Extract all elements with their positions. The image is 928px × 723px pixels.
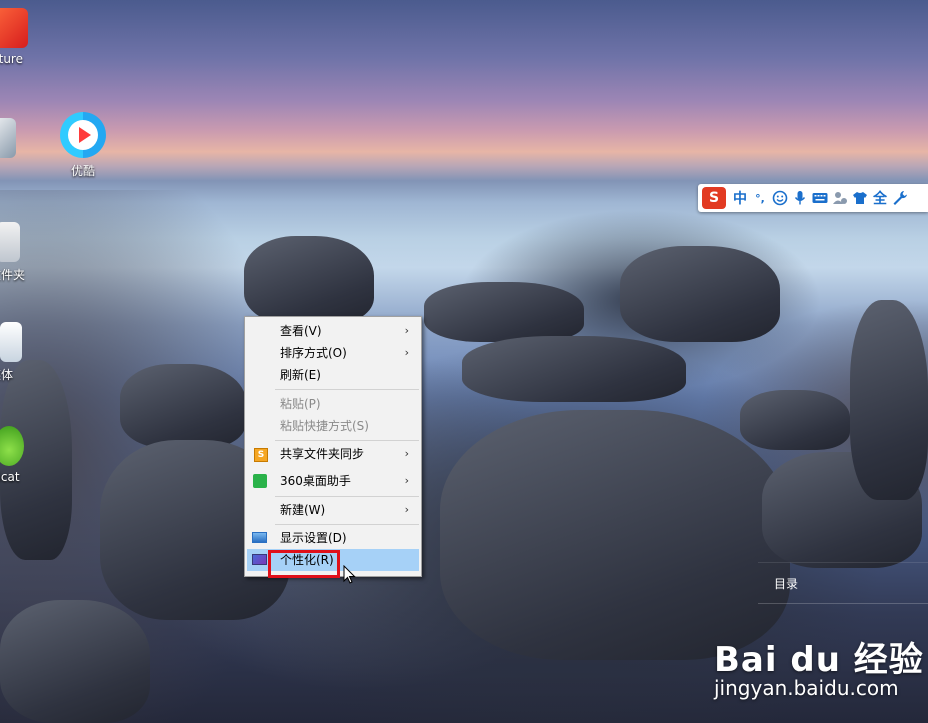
microphone-icon[interactable]	[791, 189, 809, 207]
wrench-icon[interactable]	[891, 189, 909, 207]
monitor-icon	[252, 532, 267, 543]
youku-icon	[60, 112, 106, 158]
menu-separator	[275, 440, 419, 441]
user-icon[interactable]	[831, 189, 849, 207]
wallpaper-rock	[0, 600, 150, 723]
menu-item-paste-shortcut: 粘贴快捷方式(S)	[280, 419, 369, 433]
mouse-pointer-icon	[343, 565, 356, 584]
punctuation-toggle[interactable]: °,	[751, 189, 769, 207]
watermark-url: jingyan.baidu.com	[714, 676, 899, 700]
menu-item-view[interactable]: 查看(V) ›	[247, 320, 419, 342]
ime-toolbar: S 中 °, 全	[698, 184, 928, 212]
menu-item-paste: 粘贴(P)	[280, 397, 321, 411]
submenu-arrow-icon: ›	[404, 346, 409, 359]
annotation-highlight-box	[268, 550, 340, 578]
wallpaper-rock	[850, 300, 928, 500]
ime-mode-toggle[interactable]: 中	[731, 189, 749, 207]
baidu-jingyan-watermark: Bai du 经验 jingyan.baidu.com	[714, 626, 928, 723]
keyboard-icon[interactable]	[811, 189, 829, 207]
wallpaper-rock	[120, 364, 246, 448]
360-helper-icon	[253, 474, 267, 488]
wallpaper-rock	[424, 282, 584, 342]
desktop-icon-media[interactable]: 媒体	[0, 322, 52, 383]
desktop-icon-capture[interactable]: pture	[0, 8, 50, 66]
wallpaper-rock	[740, 390, 850, 450]
watermark-brand: Bai du 经验	[714, 640, 924, 680]
menu-item-360-desktop-helper[interactable]: 360桌面助手 ›	[247, 470, 419, 492]
submenu-arrow-icon: ›	[404, 503, 409, 516]
menu-separator	[275, 496, 419, 497]
folder-icon	[0, 222, 20, 262]
submenu-arrow-icon: ›	[404, 324, 409, 337]
menu-item-display-settings[interactable]: 显示设置(D)	[247, 527, 419, 549]
wallpaper-rock	[244, 236, 374, 324]
side-panel-toc[interactable]: 目录	[758, 562, 928, 604]
personalize-icon	[252, 554, 267, 565]
submenu-arrow-icon: ›	[404, 447, 409, 460]
sync-app-icon: S	[254, 448, 268, 462]
menu-separator	[275, 524, 419, 525]
capture-app-icon	[0, 8, 28, 48]
skin-shirt-icon[interactable]	[851, 189, 869, 207]
emoji-icon[interactable]	[771, 189, 789, 207]
wallpaper-rock	[462, 336, 686, 402]
clock-app-icon	[0, 118, 16, 158]
desktop-icon-wecat[interactable]: vicat	[0, 426, 54, 484]
submenu-arrow-icon: ›	[404, 474, 409, 487]
desktop-context-menu: 查看(V) › 排序方式(O) › 刷新(E) 粘贴(P) 粘贴快捷方式(S) …	[244, 316, 422, 577]
menu-separator	[275, 389, 419, 390]
frog-app-icon	[0, 426, 24, 466]
menu-item-shared-folder-sync[interactable]: S 共享文件夹同步 ›	[247, 443, 419, 465]
menu-item-sort-by[interactable]: 排序方式(O) ›	[247, 342, 419, 364]
wallpaper-rock	[440, 410, 790, 660]
desktop-icon-youku[interactable]: 优酷	[38, 112, 128, 179]
full-width-toggle[interactable]: 全	[871, 189, 889, 207]
menu-item-refresh[interactable]: 刷新(E)	[247, 364, 419, 386]
desktop-icon-folder[interactable]: 文件夹	[0, 222, 56, 283]
sogou-logo-icon[interactable]: S	[702, 187, 726, 209]
desktop-wallpaper	[0, 0, 928, 723]
wallpaper-rock	[620, 246, 780, 342]
menu-item-new[interactable]: 新建(W) ›	[247, 499, 419, 521]
document-icon	[0, 322, 22, 362]
